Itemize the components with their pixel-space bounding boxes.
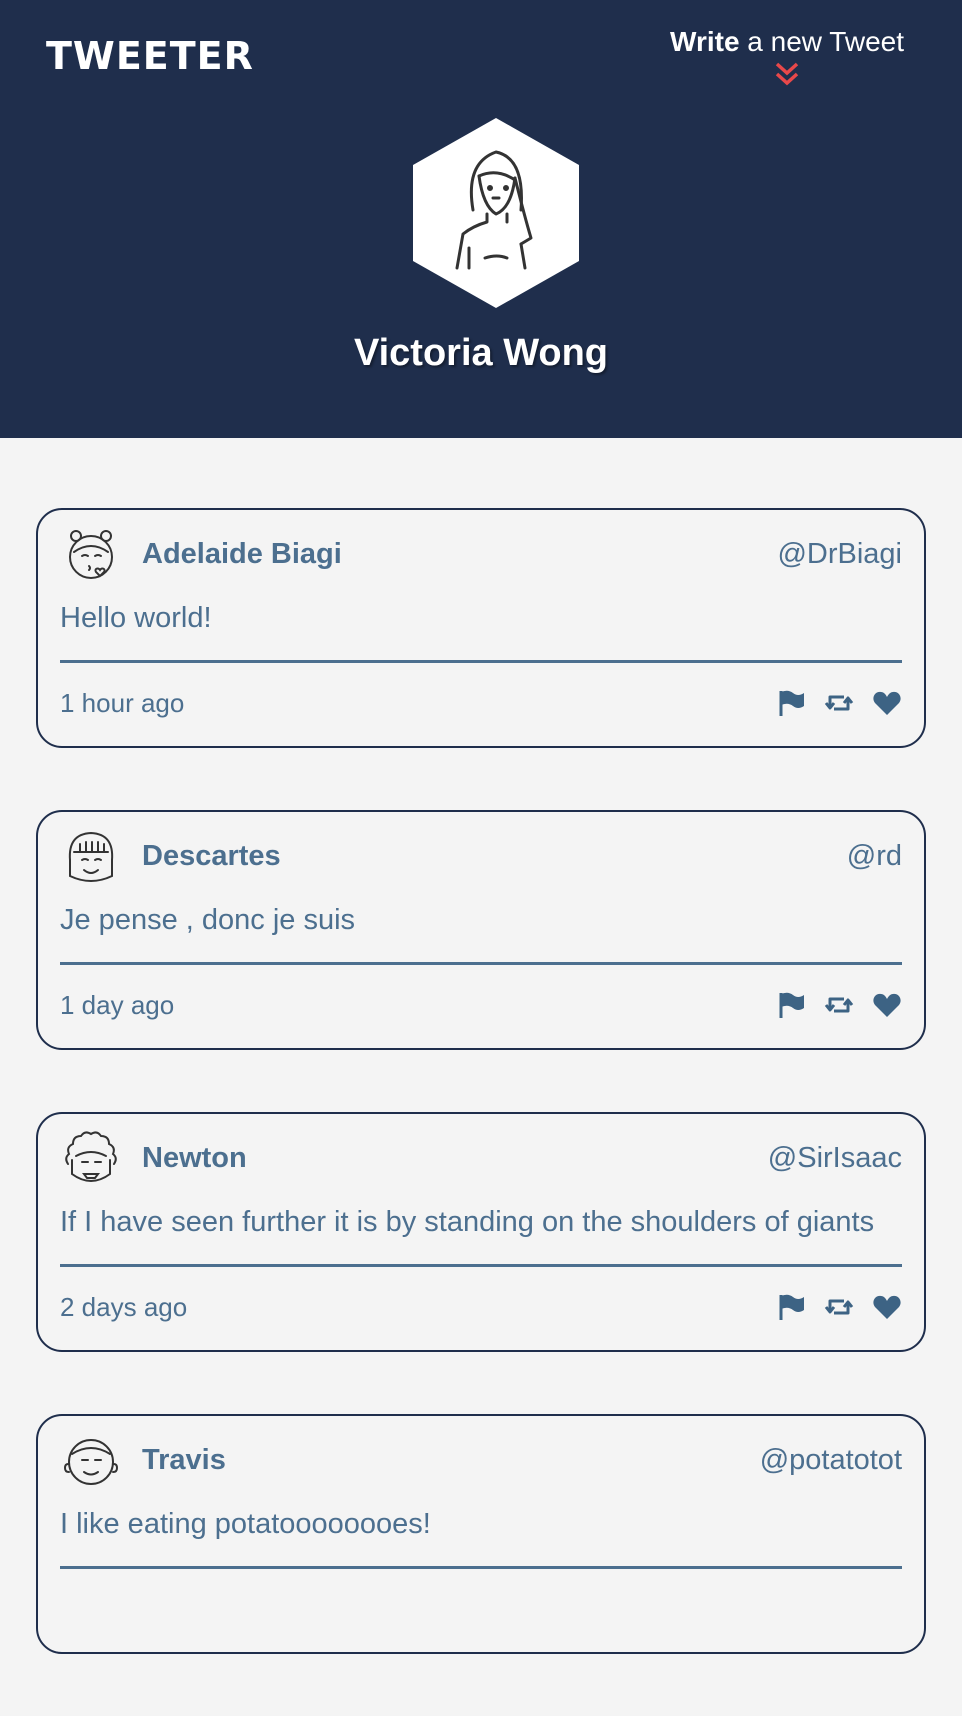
tweet-timestamp: 1 hour ago [60, 688, 185, 718]
tweet-feed: Adelaide Biagi @DrBiagi Hello world! 1 h… [36, 508, 926, 1716]
bowl-cut-avatar-icon [68, 831, 114, 882]
tweet-divider [60, 660, 902, 663]
tweet-card: Newton @SirIsaac If I have seen further … [36, 1112, 926, 1352]
retweet-icon[interactable] [824, 1292, 854, 1322]
heart-icon[interactable] [872, 688, 902, 718]
tweet-author-handle[interactable]: @potatotot [760, 1444, 902, 1477]
tweet-body: I like eating potatoooooooes! [60, 1508, 431, 1540]
tweet-body: If I have seen further it is by standing… [60, 1206, 875, 1238]
compose-label-bold: Write [670, 26, 740, 57]
tweet-author-name[interactable]: Newton [142, 1142, 247, 1175]
tweet-card: Adelaide Biagi @DrBiagi Hello world! 1 h… [36, 508, 926, 748]
write-tweet-button[interactable]: Write a new Tweet [670, 26, 904, 88]
flag-icon[interactable] [776, 688, 806, 718]
tweet-card: Descartes @rd Je pense , donc je suis 1 … [36, 810, 926, 1050]
tweet-divider [60, 1566, 902, 1569]
brand-logo[interactable]: TWEETER [46, 34, 254, 78]
tweet-actions [776, 688, 902, 718]
tweet-actions [776, 1292, 902, 1322]
profile-name: Victoria Wong [353, 332, 609, 374]
tweet-divider [60, 962, 902, 965]
tweet-author-name[interactable]: Adelaide Biagi [142, 538, 342, 571]
tweet-body: Hello world! [60, 602, 212, 634]
tweet-actions [776, 990, 902, 1020]
tweet-author-name[interactable]: Descartes [142, 840, 281, 873]
bald-man-avatar-icon [63, 1439, 119, 1485]
tweet-divider [60, 1264, 902, 1267]
curly-wig-avatar-icon [65, 1131, 117, 1182]
heart-icon[interactable] [872, 1292, 902, 1322]
tweet-author-handle[interactable]: @SirIsaac [768, 1142, 902, 1175]
girl-kiss-avatar-icon [69, 530, 113, 579]
tweet-author-handle[interactable]: @DrBiagi [777, 538, 902, 571]
tweet-author-name[interactable]: Travis [142, 1444, 226, 1477]
retweet-icon[interactable] [824, 688, 854, 718]
tweet-author-handle[interactable]: @rd [847, 840, 902, 873]
tweet-body: Je pense , donc je suis [60, 904, 356, 936]
profile-avatar [413, 118, 579, 308]
tweet-timestamp: 1 day ago [60, 990, 175, 1020]
page-header: TWEETER Write a new Tweet Victoria Wong [0, 0, 962, 438]
compose-label-rest: a new Tweet [739, 26, 904, 57]
retweet-icon[interactable] [824, 990, 854, 1020]
flag-icon[interactable] [776, 1292, 806, 1322]
heart-icon[interactable] [872, 990, 902, 1020]
double-chevron-down-icon[interactable] [773, 60, 801, 88]
tweet-card: Travis @potatotot I like eating potatooo… [36, 1414, 926, 1654]
flag-icon[interactable] [776, 990, 806, 1020]
tweet-timestamp: 2 days ago [60, 1292, 188, 1322]
